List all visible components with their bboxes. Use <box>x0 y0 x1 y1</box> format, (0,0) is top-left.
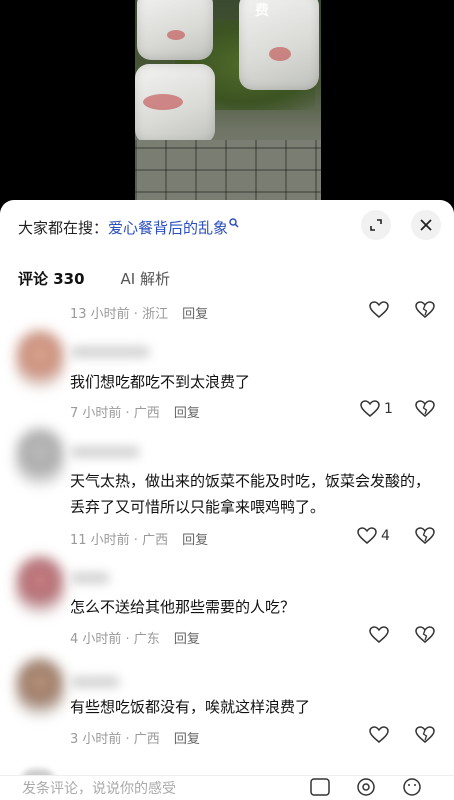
avatar[interactable] <box>16 330 64 390</box>
broken-heart-icon <box>415 726 435 743</box>
username-blurred <box>70 446 140 458</box>
search-icon <box>229 217 239 231</box>
avatar[interactable] <box>16 658 64 718</box>
comment-time-location: 11 小时前 · 广西 <box>70 533 169 548</box>
comment-time-location: 3 小时前 · 广西 <box>70 732 160 747</box>
dislike-button[interactable] <box>415 527 435 549</box>
video-caption: 费 <box>255 3 269 19</box>
dislike-button[interactable] <box>415 726 435 748</box>
comment-time-location: 4 小时前 · 广东 <box>70 632 160 647</box>
reply-button[interactable]: 回复 <box>182 529 208 548</box>
broken-heart-icon <box>415 301 435 318</box>
like-button[interactable]: 4 <box>357 527 390 545</box>
expand-icon <box>370 219 382 231</box>
tab-ai-analysis[interactable]: AI 解析 <box>121 268 170 289</box>
comment-meta: 4 小时前 · 广东 回复 <box>70 628 200 647</box>
comment-meta: 11 小时前 · 广西 回复 <box>70 529 208 548</box>
comment-meta: 13 小时前 · 浙江 回复 <box>70 303 208 322</box>
reply-button[interactable]: 回复 <box>174 628 200 647</box>
like-button[interactable] <box>369 726 389 744</box>
dislike-button[interactable] <box>415 301 435 323</box>
broken-heart-icon <box>415 400 435 417</box>
garbage-bag-image <box>135 64 215 144</box>
tab-comments[interactable]: 评论 330 <box>18 268 85 289</box>
at-icon[interactable] <box>356 778 376 800</box>
avatar[interactable] <box>16 428 64 488</box>
username-blurred <box>70 676 120 688</box>
comment-tabs: 评论 330 AI 解析 <box>18 268 170 289</box>
heart-icon <box>369 301 389 318</box>
comment-meta: 7 小时前 · 广西 回复 <box>70 402 200 421</box>
dislike-button[interactable] <box>415 626 435 648</box>
garbage-bag-image <box>239 0 319 90</box>
heart-icon <box>357 527 377 544</box>
heart-icon <box>369 626 389 643</box>
comment-input-bar: 发条评论，说说你的感受 <box>0 775 454 800</box>
comment-input[interactable]: 发条评论，说说你的感受 <box>22 778 176 798</box>
reply-button[interactable]: 回复 <box>174 728 200 747</box>
heart-icon <box>369 726 389 743</box>
avatar[interactable] <box>16 556 64 616</box>
username-blurred <box>70 346 150 358</box>
trending-search-term[interactable]: 爱心餐背后的乱象 <box>108 217 228 238</box>
close-button[interactable] <box>411 210 441 240</box>
like-button[interactable] <box>369 301 389 319</box>
close-icon <box>420 219 432 231</box>
broken-heart-icon <box>415 626 435 643</box>
dislike-button[interactable] <box>415 400 435 422</box>
comment-meta: 3 小时前 · 广西 回复 <box>70 728 200 747</box>
expand-button[interactable] <box>361 210 391 240</box>
video-player[interactable]: 费 <box>0 0 454 215</box>
trending-search[interactable]: 大家都在搜： 爱心餐背后的乱象 <box>18 216 239 238</box>
video-frame <box>135 0 321 215</box>
username-blurred <box>70 572 110 584</box>
image-icon[interactable] <box>310 778 330 800</box>
reply-button[interactable]: 回复 <box>174 402 200 421</box>
like-count: 4 <box>381 528 390 544</box>
comment-text: 天气太热，做出来的饭菜不能及时吃，饭菜会发酸的，丢弃了又可惜所以只能拿来喂鸡鸭了… <box>70 472 431 516</box>
heart-icon <box>360 400 380 417</box>
broken-heart-icon <box>415 527 435 544</box>
comment-time-location: 13 小时前 · 浙江 <box>70 307 169 322</box>
like-button[interactable]: 1 <box>360 400 393 418</box>
comment-text: 有些想吃饭都没有，唉就这样浪费了 <box>70 698 311 716</box>
comment-text: 我们想吃都吃不到太浪费了 <box>70 373 251 391</box>
comment-time-location: 7 小时前 · 广西 <box>70 406 160 421</box>
like-button[interactable] <box>369 626 389 644</box>
emoji-icon[interactable] <box>402 778 422 800</box>
reply-button[interactable]: 回复 <box>182 303 208 322</box>
garbage-bag-image <box>137 0 213 60</box>
comment-text: 怎么不送给其他那些需要的人吃？ <box>70 598 296 616</box>
like-count: 1 <box>384 401 393 417</box>
trending-search-label: 大家都在搜： <box>18 218 109 237</box>
